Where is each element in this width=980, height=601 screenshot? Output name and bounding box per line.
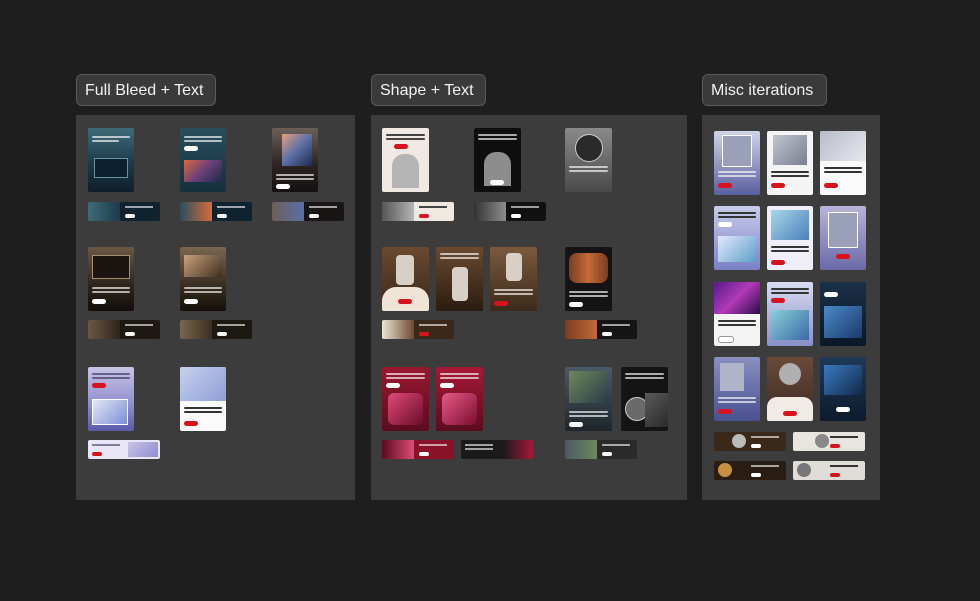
ad-banner[interactable] xyxy=(714,461,786,480)
board-misc-iterations[interactable] xyxy=(702,115,880,500)
ad-thumbnail[interactable] xyxy=(88,247,134,311)
ad-banner[interactable] xyxy=(382,440,454,459)
ad-thumbnail[interactable] xyxy=(820,206,866,270)
ad-thumbnail[interactable] xyxy=(565,367,612,431)
ad-banner[interactable] xyxy=(88,202,160,221)
ad-thumbnail[interactable] xyxy=(767,206,813,270)
board-label-misc[interactable]: Misc iterations xyxy=(702,74,827,106)
board-shape-text[interactable] xyxy=(371,115,687,500)
ad-banner[interactable] xyxy=(793,461,865,480)
ad-banner[interactable] xyxy=(714,432,786,451)
ad-thumbnail[interactable] xyxy=(382,367,429,431)
ad-thumbnail[interactable] xyxy=(767,357,813,421)
board-label-full-bleed[interactable]: Full Bleed + Text xyxy=(76,74,216,106)
ad-thumbnail[interactable] xyxy=(565,128,612,192)
ad-thumbnail[interactable] xyxy=(714,131,760,195)
ad-thumbnail[interactable] xyxy=(490,247,537,311)
ad-thumbnail[interactable] xyxy=(714,206,760,270)
ad-banner[interactable] xyxy=(793,432,865,451)
ad-thumbnail[interactable] xyxy=(180,128,226,192)
ad-banner[interactable] xyxy=(565,440,637,459)
ad-banner[interactable] xyxy=(88,440,160,459)
ad-thumbnail[interactable] xyxy=(474,128,521,192)
ad-thumbnail[interactable] xyxy=(820,357,866,421)
ad-banner[interactable] xyxy=(180,320,252,339)
ad-banner[interactable] xyxy=(382,202,454,221)
ad-banner[interactable] xyxy=(272,202,344,221)
canvas: { "boards": [ {"label": "Full Bleed + Te… xyxy=(0,0,980,601)
ad-thumbnail[interactable] xyxy=(436,367,483,431)
ad-banner[interactable] xyxy=(88,320,160,339)
ad-banner[interactable] xyxy=(461,440,533,459)
ad-banner[interactable] xyxy=(474,202,546,221)
ad-thumbnail[interactable] xyxy=(565,247,612,311)
ad-thumbnail[interactable] xyxy=(767,282,813,346)
ad-thumbnail[interactable] xyxy=(382,247,429,311)
ad-thumbnail[interactable] xyxy=(180,247,226,311)
ad-banner[interactable] xyxy=(382,320,454,339)
ad-thumbnail[interactable] xyxy=(820,131,866,195)
ad-thumbnail[interactable] xyxy=(272,128,318,192)
ad-thumbnail[interactable] xyxy=(382,128,429,192)
ad-thumbnail[interactable] xyxy=(714,357,760,421)
ad-thumbnail[interactable] xyxy=(767,131,813,195)
ad-banner[interactable] xyxy=(565,320,637,339)
ad-thumbnail[interactable] xyxy=(88,367,134,431)
board-label-shape-text[interactable]: Shape + Text xyxy=(371,74,486,106)
ad-banner[interactable] xyxy=(180,202,252,221)
ad-thumbnail[interactable] xyxy=(714,282,760,346)
board-full-bleed[interactable] xyxy=(76,115,355,500)
ad-thumbnail[interactable] xyxy=(436,247,483,311)
ad-thumbnail[interactable] xyxy=(820,282,866,346)
ad-thumbnail[interactable] xyxy=(621,367,668,431)
ad-thumbnail[interactable] xyxy=(180,367,226,431)
ad-thumbnail[interactable] xyxy=(88,128,134,192)
